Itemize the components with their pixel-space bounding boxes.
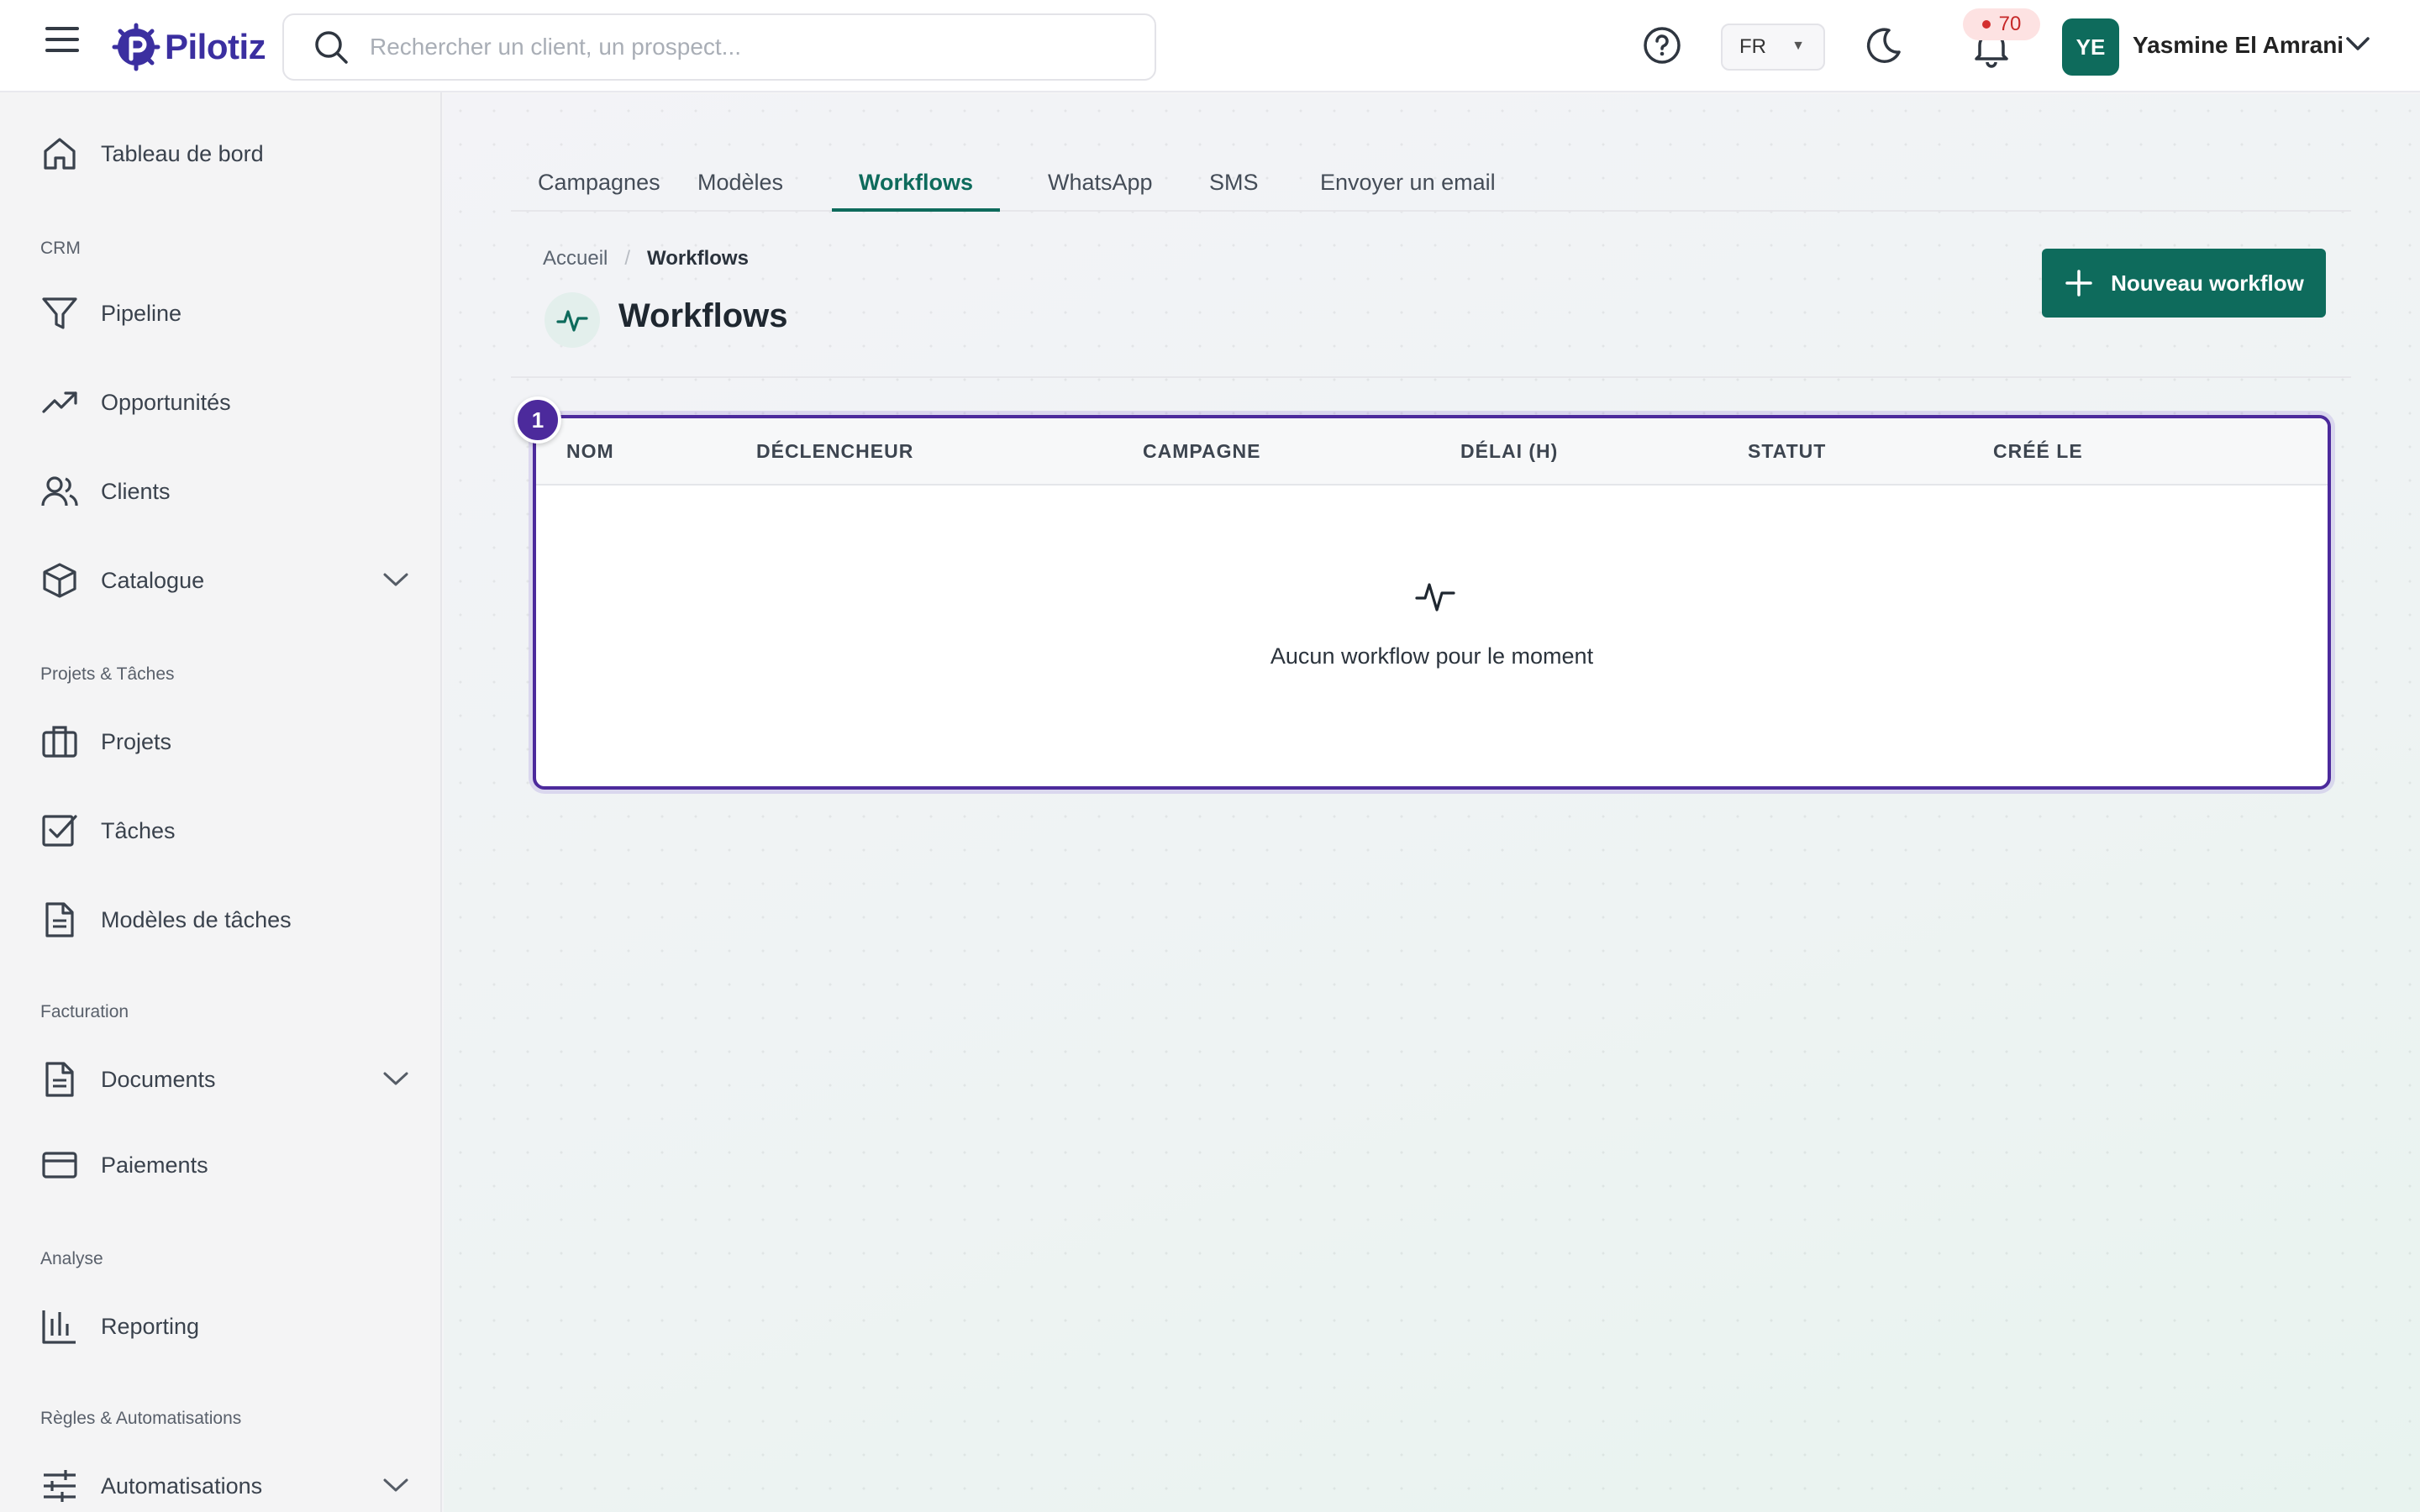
sidebar-item-label: Pipeline	[101, 300, 182, 326]
page-icon-wrapper	[544, 292, 600, 348]
column-header-status[interactable]: STATUT	[1748, 440, 1826, 463]
sidebar-item-label: Documents	[101, 1066, 216, 1092]
section-label-rules: Règles & Automatisations	[40, 1409, 242, 1428]
search-bar[interactable]	[282, 13, 1156, 81]
sidebar-item-label: Modèles de tâches	[101, 906, 292, 932]
chevron-down-icon[interactable]	[381, 569, 410, 591]
tab-campagnes[interactable]: Campagnes	[511, 153, 687, 212]
top-bar: Pilotiz FR ▼ 70 YE Yasmine El Amrani	[0, 0, 2420, 92]
empty-state-message: Aucun workflow pour le moment	[1270, 643, 1594, 669]
plus-icon	[2065, 270, 2092, 297]
trending-up-icon	[42, 391, 77, 413]
sidebar-item-label: Paiements	[101, 1152, 208, 1178]
breadcrumb-separator: /	[624, 247, 631, 270]
sidebar-item-clients[interactable]: Clients	[40, 466, 410, 517]
search-input[interactable]	[370, 34, 1126, 60]
sidebar-item-documents[interactable]: Documents	[40, 1054, 410, 1105]
sidebar-item-payments[interactable]: Paiements	[40, 1140, 410, 1190]
sidebar-item-task-templates[interactable]: Modèles de tâches	[40, 895, 410, 945]
avatar[interactable]: YE	[2062, 18, 2119, 76]
tab-sms[interactable]: SMS	[1182, 153, 1286, 212]
breadcrumb-current: Workflows	[647, 247, 749, 270]
sidebar-item-label: Reporting	[101, 1313, 200, 1339]
sidebar-item-label: Clients	[101, 478, 171, 504]
notification-count: 70	[1998, 13, 2022, 35]
language-select[interactable]: FR ▼	[1721, 24, 1825, 71]
column-header-delay[interactable]: DÉLAI (H)	[1460, 440, 1558, 463]
annotation-marker: 1	[514, 396, 561, 444]
home-icon	[44, 138, 76, 170]
checkbox-icon	[42, 815, 77, 847]
workflows-table: NOM DÉCLENCHEUR CAMPAGNE DÉLAI (H) STATU…	[533, 415, 2331, 790]
sidebar-item-automations[interactable]: Automatisations	[40, 1461, 410, 1511]
sidebar-item-label: Catalogue	[101, 567, 205, 593]
dark-mode-icon[interactable]	[1864, 25, 1904, 66]
search-icon	[315, 31, 348, 64]
section-label-crm: CRM	[40, 239, 81, 258]
users-icon	[41, 476, 78, 507]
activity-icon	[556, 310, 588, 332]
tab-bar: Campagnes Modèles Workflows WhatsApp SMS…	[511, 153, 2351, 212]
new-workflow-button[interactable]: Nouveau workflow	[2042, 249, 2326, 318]
tab-modeles[interactable]: Modèles	[671, 153, 810, 212]
breadcrumb-home[interactable]: Accueil	[543, 247, 608, 270]
header-divider	[511, 376, 2351, 378]
section-label-projects: Projets & Tâches	[40, 664, 175, 684]
column-header-campaign[interactable]: CAMPAGNE	[1143, 440, 1260, 463]
table-header: NOM DÉCLENCHEUR CAMPAGNE DÉLAI (H) STATU…	[536, 418, 2328, 486]
briefcase-icon	[42, 726, 77, 758]
sliders-icon	[44, 1470, 76, 1502]
bar-chart-icon	[42, 1310, 76, 1344]
document-icon	[45, 1062, 74, 1097]
help-icon[interactable]	[1642, 25, 1682, 66]
page-title: Workflows	[618, 297, 788, 334]
sidebar-item-label: Tableau de bord	[101, 140, 264, 166]
tab-whatsapp[interactable]: WhatsApp	[1021, 153, 1180, 212]
sidebar: Tableau de bord CRM Pipeline Opportunité…	[0, 92, 442, 1512]
tab-send-email[interactable]: Envoyer un email	[1293, 153, 1523, 212]
funnel-icon	[42, 297, 77, 329]
section-label-billing: Facturation	[40, 1002, 129, 1021]
badge-dot	[1981, 20, 1991, 29]
column-header-created[interactable]: CRÉÉ LE	[1993, 440, 2083, 463]
box-icon	[43, 563, 76, 598]
sidebar-item-label: Opportunités	[101, 389, 231, 415]
brand-name: Pilotiz	[165, 27, 266, 66]
sidebar-item-label: Tâches	[101, 817, 176, 843]
pilotiz-logo-icon	[112, 23, 160, 71]
user-name[interactable]: Yasmine El Amrani	[2133, 32, 2344, 59]
section-label-analysis: Analyse	[40, 1249, 103, 1268]
sidebar-item-pipeline[interactable]: Pipeline	[40, 288, 410, 339]
main-content: Campagnes Modèles Workflows WhatsApp SMS…	[444, 94, 2420, 1512]
file-text-icon	[45, 902, 74, 937]
chevron-down-icon[interactable]	[381, 1068, 410, 1089]
notification-badge[interactable]: 70	[1963, 8, 2040, 40]
breadcrumb: Accueil / Workflows	[543, 247, 749, 270]
menu-icon[interactable]	[45, 27, 79, 60]
sidebar-item-label: Projets	[101, 728, 172, 754]
new-workflow-label: Nouveau workflow	[2111, 270, 2304, 296]
sidebar-item-projects[interactable]: Projets	[40, 717, 410, 767]
tab-workflows[interactable]: Workflows	[832, 153, 1001, 212]
language-value: FR	[1739, 35, 1766, 58]
chevron-down-icon[interactable]	[381, 1474, 410, 1496]
credit-card-icon	[42, 1152, 77, 1179]
sidebar-item-dashboard[interactable]: Tableau de bord	[40, 129, 410, 179]
activity-icon	[1415, 583, 1455, 612]
sidebar-item-catalog[interactable]: Catalogue	[40, 555, 410, 606]
column-header-name[interactable]: NOM	[566, 440, 614, 463]
sidebar-item-tasks[interactable]: Tâches	[40, 806, 410, 856]
column-header-trigger[interactable]: DÉCLENCHEUR	[756, 440, 913, 463]
sidebar-item-reporting[interactable]: Reporting	[40, 1301, 410, 1352]
chevron-down-icon[interactable]	[2344, 32, 2371, 55]
sidebar-item-opportunities[interactable]: Opportunités	[40, 377, 410, 428]
sidebar-item-label: Automatisations	[101, 1473, 263, 1499]
caret-down-icon: ▼	[1791, 39, 1805, 53]
brand-logo[interactable]: Pilotiz	[111, 22, 266, 72]
